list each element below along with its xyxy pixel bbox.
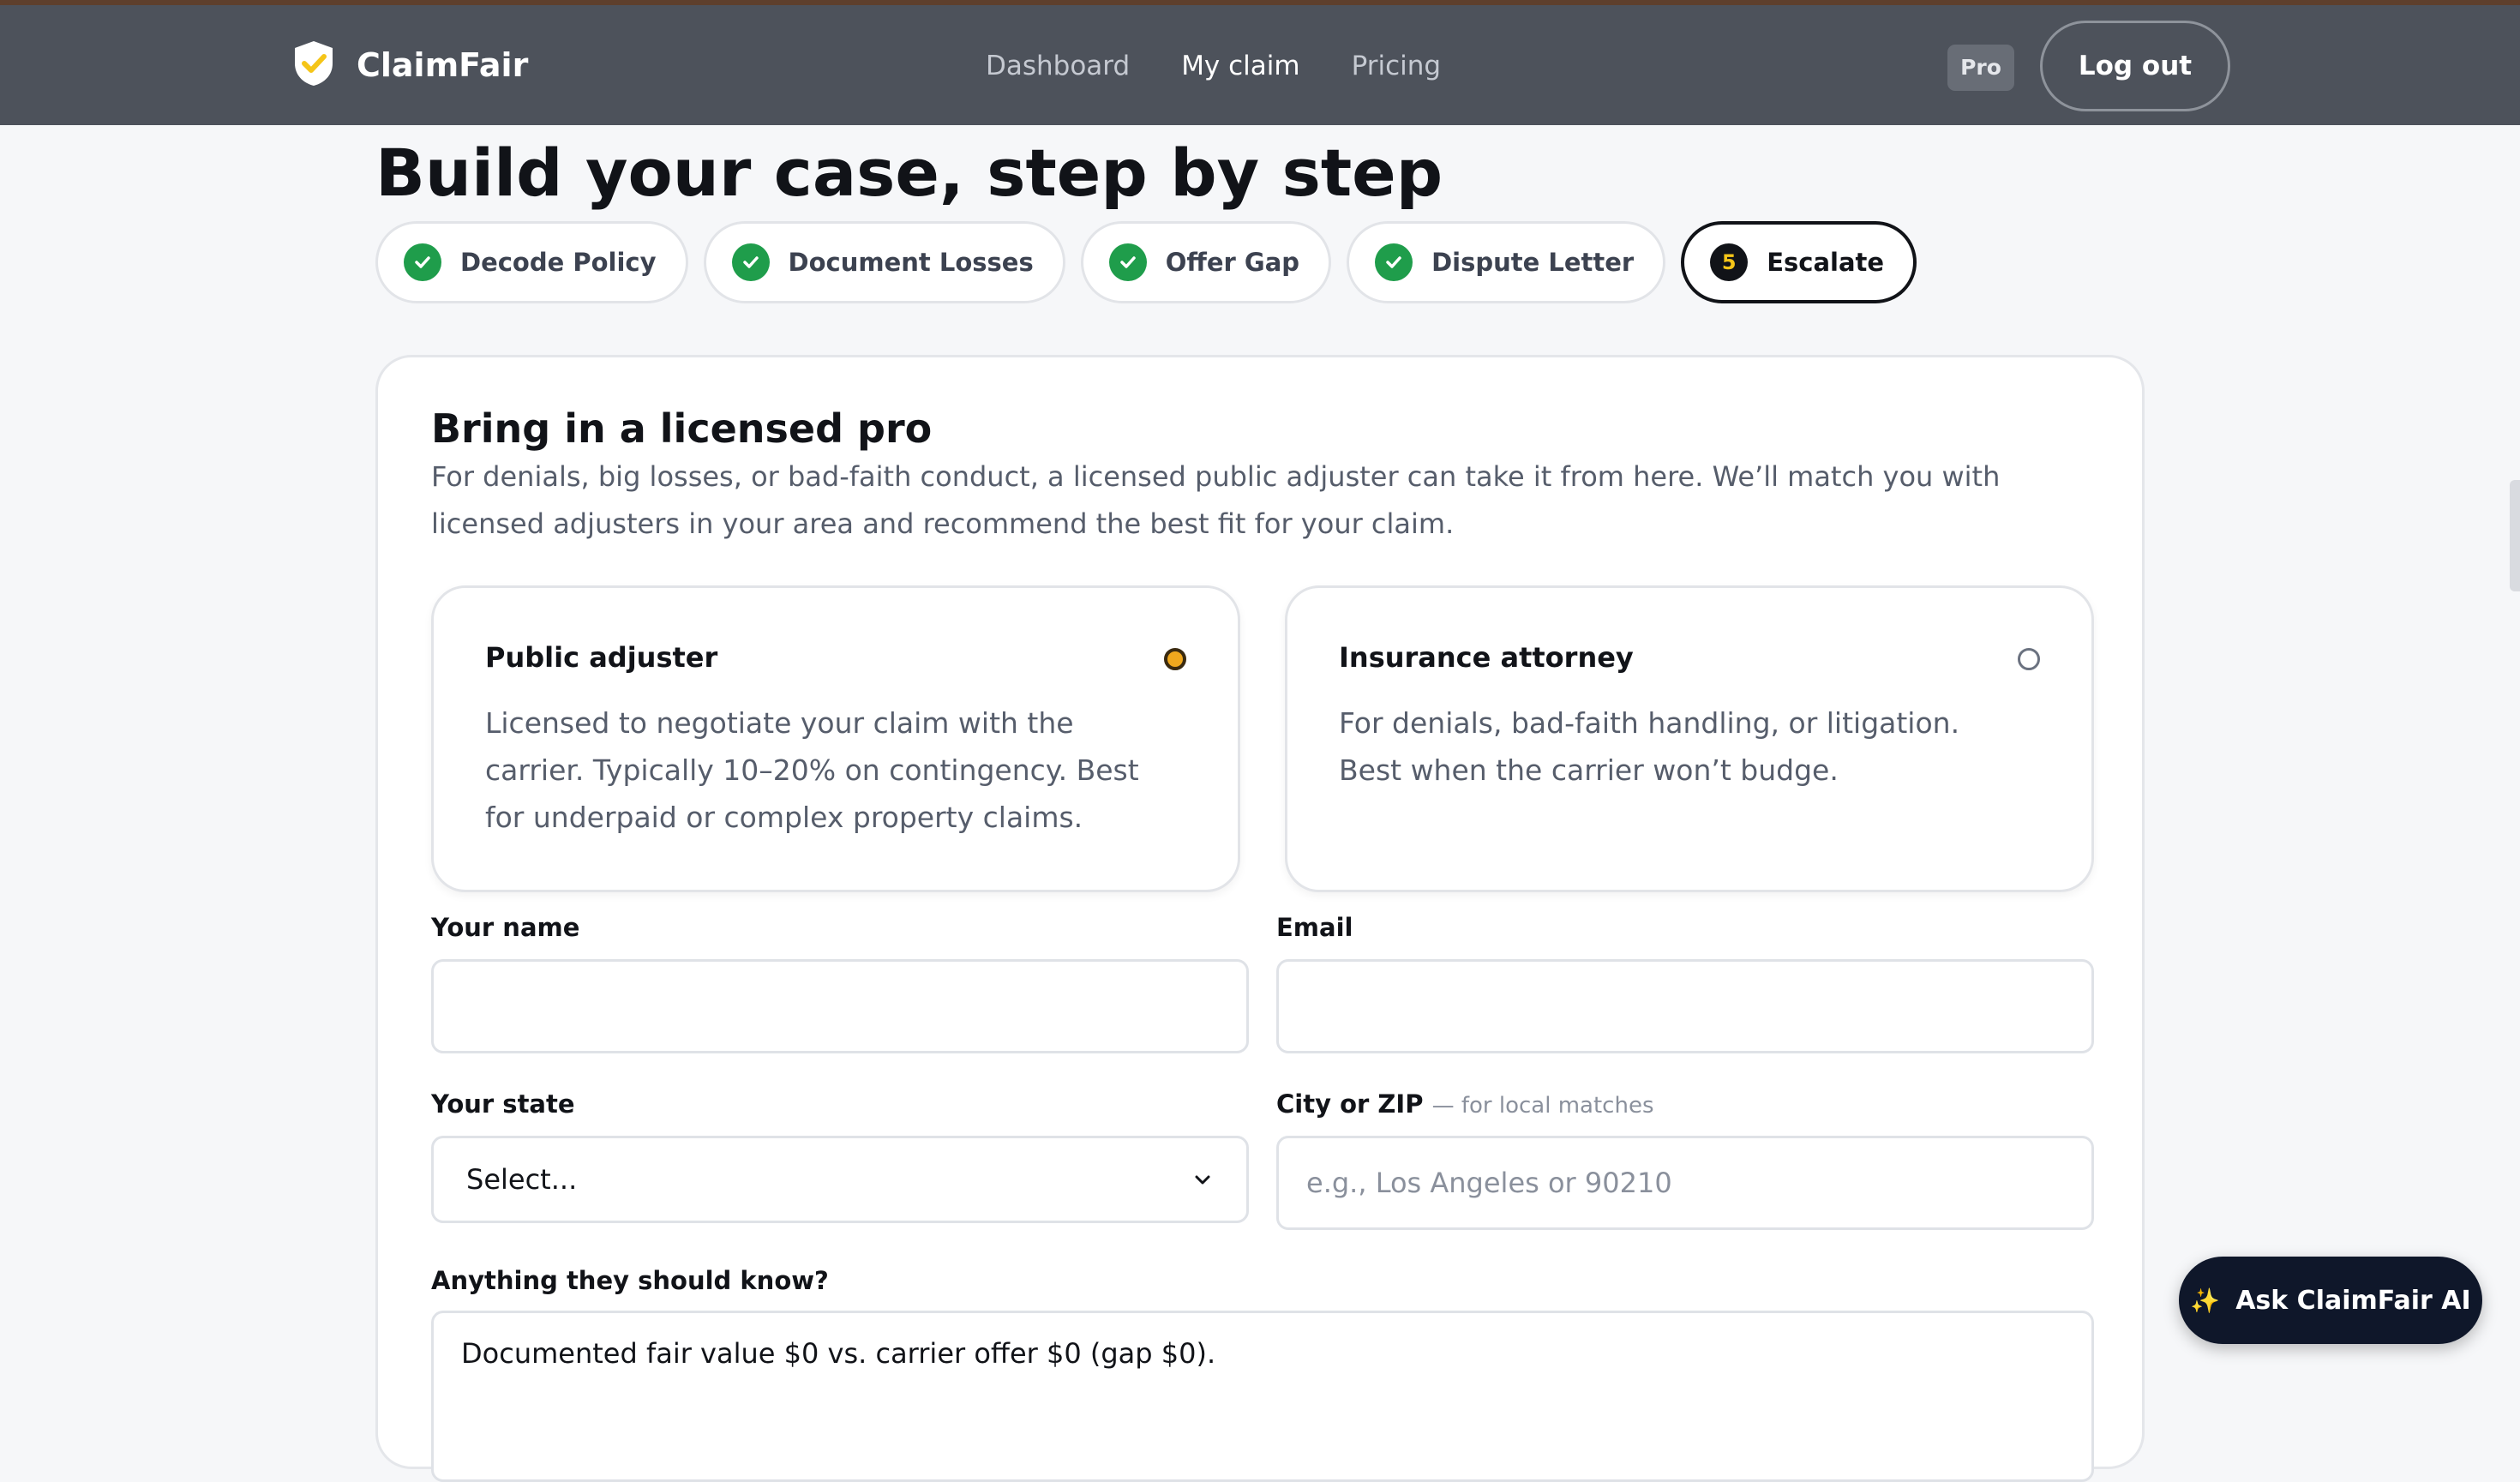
notes-textarea[interactable]: Documented fair value $0 vs. carrier off…	[431, 1311, 2094, 1482]
plan-badge: Pro	[1947, 45, 2014, 91]
option-title: Insurance attorney	[1339, 641, 1634, 674]
sparkle-icon: ✨	[2190, 1286, 2221, 1315]
step-label: Decode Policy	[460, 248, 657, 277]
card-title: Bring in a licensed pro	[431, 405, 933, 452]
step-label: Document Losses	[788, 248, 1034, 277]
state-select[interactable]: Select...	[431, 1136, 1249, 1223]
radio-unselected[interactable]	[2018, 648, 2040, 670]
brand-logo-link[interactable]: ClaimFair	[291, 39, 528, 91]
state-label: Your state	[431, 1089, 575, 1119]
option-insurance-attorney[interactable]: Insurance attorney For denials, bad-fait…	[1285, 585, 2094, 892]
nav-my-claim[interactable]: My claim	[1181, 45, 1299, 87]
radio-selected[interactable]	[1164, 648, 1186, 670]
step-progress: Decode Policy Document Losses Offer Gap …	[375, 221, 1932, 303]
name-input[interactable]	[431, 959, 1249, 1053]
notes-label: Anything they should know?	[431, 1266, 829, 1295]
city-label-hint: — for local matches	[1431, 1093, 1654, 1119]
ask-ai-label: Ask ClaimFair AI	[2235, 1285, 2471, 1316]
step-number: 5	[1710, 243, 1749, 281]
step-dispute-letter[interactable]: Dispute Letter	[1347, 221, 1666, 303]
step-label: Offer Gap	[1165, 248, 1300, 277]
brand-name: ClaimFair	[357, 46, 529, 84]
option-description: Licensed to negotiate your claim with th…	[485, 706, 1139, 834]
email-input[interactable]	[1276, 959, 2094, 1053]
nav-pricing[interactable]: Pricing	[1352, 45, 1442, 87]
step-document-losses[interactable]: Document Losses	[703, 221, 1065, 303]
main-nav: Dashboard My claim Pricing	[986, 45, 1492, 87]
check-icon	[1375, 243, 1413, 281]
top-navigation-bar: ClaimFair Dashboard My claim Pricing Pro…	[0, 0, 2520, 125]
escalate-card: Bring in a licensed pro For denials, big…	[375, 355, 2145, 1482]
ask-ai-button[interactable]: ✨ Ask ClaimFair AI	[2179, 1257, 2482, 1344]
shield-check-icon	[291, 39, 336, 91]
logout-button[interactable]: Log out	[2040, 21, 2230, 111]
option-description: For denials, bad-faith handling, or liti…	[1339, 706, 1960, 787]
check-icon	[1108, 243, 1147, 281]
card-description: For denials, big losses, or bad-faith co…	[431, 460, 2001, 540]
email-label: Email	[1276, 913, 1353, 942]
city-label-text: City or ZIP	[1276, 1089, 1424, 1119]
option-public-adjuster[interactable]: Public adjuster Licensed to negotiate yo…	[431, 585, 1240, 892]
name-label: Your name	[431, 913, 580, 942]
city-zip-input[interactable]	[1276, 1136, 2094, 1230]
step-offer-gap[interactable]: Offer Gap	[1080, 221, 1332, 303]
step-decode-policy[interactable]: Decode Policy	[375, 221, 688, 303]
step-label: Dispute Letter	[1431, 248, 1635, 277]
chevron-down-icon	[1195, 1175, 1210, 1185]
step-escalate[interactable]: 5 Escalate	[1681, 221, 1917, 303]
page-title: Build your case, step by step	[375, 135, 1443, 211]
state-select-value: Select...	[466, 1163, 578, 1196]
step-label: Escalate	[1767, 248, 1885, 277]
city-label: City or ZIP — for local matches	[1276, 1089, 1654, 1119]
check-icon	[731, 243, 770, 281]
nav-dashboard[interactable]: Dashboard	[986, 45, 1130, 87]
option-title: Public adjuster	[485, 641, 718, 674]
side-panel-handle[interactable]	[2510, 480, 2520, 591]
check-icon	[404, 243, 441, 281]
notes-value: Documented fair value $0 vs. carrier off…	[461, 1337, 1216, 1370]
